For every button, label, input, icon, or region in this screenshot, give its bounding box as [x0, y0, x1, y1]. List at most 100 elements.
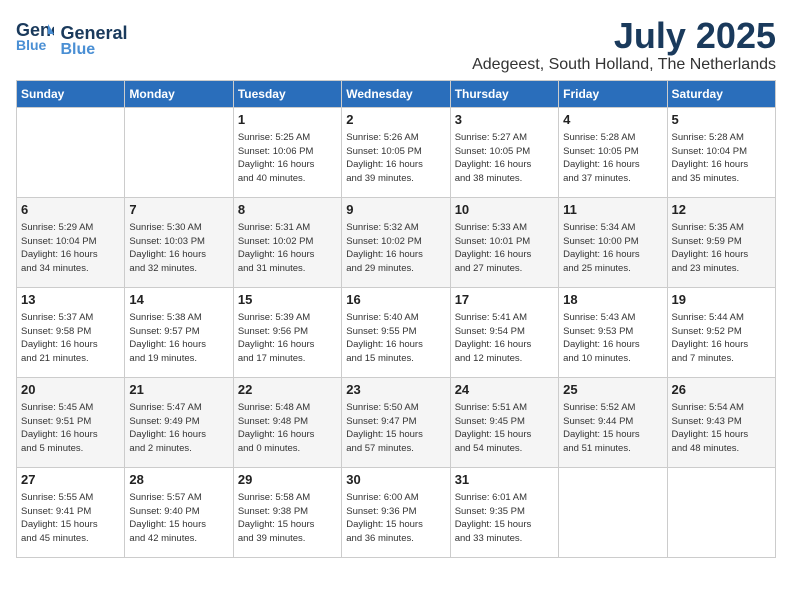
day-content: Sunrise: 5:28 AM Sunset: 10:04 PM Daylig…	[672, 131, 771, 186]
day-content: Sunrise: 5:26 AM Sunset: 10:05 PM Daylig…	[346, 131, 445, 186]
calendar-day-2: 2 Sunrise: 5:26 AM Sunset: 10:05 PM Dayli…	[342, 107, 450, 197]
day-content: Sunrise: 5:54 AM Sunset: 9:43 PM Dayligh…	[672, 401, 771, 456]
logo-container: General Blue General Blue	[16, 16, 128, 59]
calendar-day-28: 28 Sunrise: 5:57 AM Sunset: 9:40 PM Dayli…	[125, 467, 233, 557]
day-content: Sunrise: 5:40 AM Sunset: 9:55 PM Dayligh…	[346, 311, 445, 366]
day-content: Sunrise: 5:32 AM Sunset: 10:02 PM Daylig…	[346, 221, 445, 276]
day-number: 19	[672, 291, 771, 309]
day-number: 14	[129, 291, 228, 309]
day-content: Sunrise: 5:30 AM Sunset: 10:03 PM Daylig…	[129, 221, 228, 276]
calendar-week-row: 1 Sunrise: 5:25 AM Sunset: 10:06 PM Dayli…	[17, 107, 776, 197]
day-number: 29	[238, 471, 337, 489]
calendar-day-8: 8Sunrise: 5:31 AM Sunset: 10:02 PM Dayli…	[233, 197, 341, 287]
calendar-day-29: 29 Sunrise: 5:58 AM Sunset: 9:38 PM Dayli…	[233, 467, 341, 557]
calendar-day-17: 17 Sunrise: 5:41 AM Sunset: 9:54 PM Dayli…	[450, 287, 558, 377]
day-content: Sunrise: 5:57 AM Sunset: 9:40 PM Dayligh…	[129, 491, 228, 546]
calendar-day-11: 11Sunrise: 5:34 AM Sunset: 10:00 PM Dayl…	[559, 197, 667, 287]
day-number: 21	[129, 381, 228, 399]
calendar-day-25: 25Sunrise: 5:52 AM Sunset: 9:44 PM Dayli…	[559, 377, 667, 467]
day-content: Sunrise: 5:38 AM Sunset: 9:57 PM Dayligh…	[129, 311, 228, 366]
calendar-day-5: 5Sunrise: 5:28 AM Sunset: 10:04 PM Dayli…	[667, 107, 775, 197]
calendar-week-row: 27 Sunrise: 5:55 AM Sunset: 9:41 PM Dayli…	[17, 467, 776, 557]
day-content: Sunrise: 5:44 AM Sunset: 9:52 PM Dayligh…	[672, 311, 771, 366]
title-block: July 2025 Adegeest, South Holland, The N…	[472, 16, 776, 74]
day-number: 22	[238, 381, 337, 399]
day-header-thursday: Thursday	[450, 80, 558, 107]
page-header: General Blue General Blue July 2025 Adeg…	[16, 16, 776, 74]
day-header-friday: Friday	[559, 80, 667, 107]
day-content: Sunrise: 5:47 AM Sunset: 9:49 PM Dayligh…	[129, 401, 228, 456]
calendar-day-16: 16 Sunrise: 5:40 AM Sunset: 9:55 PM Dayli…	[342, 287, 450, 377]
logo-blue: Blue	[60, 42, 127, 58]
calendar-day-13: 13 Sunrise: 5:37 AM Sunset: 9:58 PM Dayli…	[17, 287, 125, 377]
day-content: Sunrise: 5:43 AM Sunset: 9:53 PM Dayligh…	[563, 311, 662, 366]
calendar-day-21: 21 Sunrise: 5:47 AM Sunset: 9:49 PM Dayli…	[125, 377, 233, 467]
day-content: Sunrise: 5:33 AM Sunset: 10:01 PM Daylig…	[455, 221, 554, 276]
calendar-day-19: 19 Sunrise: 5:44 AM Sunset: 9:52 PM Dayli…	[667, 287, 775, 377]
calendar-day-9: 9Sunrise: 5:32 AM Sunset: 10:02 PM Dayli…	[342, 197, 450, 287]
day-header-wednesday: Wednesday	[342, 80, 450, 107]
svg-text:Blue: Blue	[16, 37, 47, 53]
day-number: 1	[238, 111, 337, 129]
calendar-header-row: SundayMondayTuesdayWednesdayThursdayFrid…	[17, 80, 776, 107]
day-number: 8	[238, 201, 337, 219]
calendar-day-31: 31 Sunrise: 6:01 AM Sunset: 9:35 PM Dayli…	[450, 467, 558, 557]
calendar-day-10: 10 Sunrise: 5:33 AM Sunset: 10:01 PM Dayl…	[450, 197, 558, 287]
month-title: July 2025	[472, 16, 776, 56]
calendar-week-row: 13 Sunrise: 5:37 AM Sunset: 9:58 PM Dayli…	[17, 287, 776, 377]
calendar-day-24: 24Sunrise: 5:51 AM Sunset: 9:45 PM Dayli…	[450, 377, 558, 467]
calendar-week-row: 6 Sunrise: 5:29 AM Sunset: 10:04 PM Dayli…	[17, 197, 776, 287]
day-content: Sunrise: 5:29 AM Sunset: 10:04 PM Daylig…	[21, 221, 120, 276]
calendar-day-4: 4 Sunrise: 5:28 AM Sunset: 10:05 PM Dayli…	[559, 107, 667, 197]
day-number: 26	[672, 381, 771, 399]
day-number: 28	[129, 471, 228, 489]
day-number: 3	[455, 111, 554, 129]
logo-general: General	[60, 23, 127, 43]
calendar-day-1: 1 Sunrise: 5:25 AM Sunset: 10:06 PM Dayli…	[233, 107, 341, 197]
day-header-monday: Monday	[125, 80, 233, 107]
calendar-day-3: 3Sunrise: 5:27 AM Sunset: 10:05 PM Dayli…	[450, 107, 558, 197]
calendar-week-row: 20Sunrise: 5:45 AM Sunset: 9:51 PM Dayli…	[17, 377, 776, 467]
day-number: 2	[346, 111, 445, 129]
day-number: 10	[455, 201, 554, 219]
calendar-day-15: 15Sunrise: 5:39 AM Sunset: 9:56 PM Dayli…	[233, 287, 341, 377]
day-content: Sunrise: 5:48 AM Sunset: 9:48 PM Dayligh…	[238, 401, 337, 456]
day-content: Sunrise: 5:52 AM Sunset: 9:44 PM Dayligh…	[563, 401, 662, 456]
calendar-day-27: 27 Sunrise: 5:55 AM Sunset: 9:41 PM Dayli…	[17, 467, 125, 557]
day-content: Sunrise: 5:41 AM Sunset: 9:54 PM Dayligh…	[455, 311, 554, 366]
day-number: 4	[563, 111, 662, 129]
calendar-empty-cell	[125, 107, 233, 197]
calendar-day-14: 14 Sunrise: 5:38 AM Sunset: 9:57 PM Dayli…	[125, 287, 233, 377]
day-content: Sunrise: 5:55 AM Sunset: 9:41 PM Dayligh…	[21, 491, 120, 546]
day-content: Sunrise: 5:37 AM Sunset: 9:58 PM Dayligh…	[21, 311, 120, 366]
day-number: 30	[346, 471, 445, 489]
day-content: Sunrise: 5:58 AM Sunset: 9:38 PM Dayligh…	[238, 491, 337, 546]
calendar-day-18: 18 Sunrise: 5:43 AM Sunset: 9:53 PM Dayli…	[559, 287, 667, 377]
day-number: 23	[346, 381, 445, 399]
day-content: Sunrise: 5:25 AM Sunset: 10:06 PM Daylig…	[238, 131, 337, 186]
day-number: 17	[455, 291, 554, 309]
day-number: 13	[21, 291, 120, 309]
day-number: 16	[346, 291, 445, 309]
calendar-table: SundayMondayTuesdayWednesdayThursdayFrid…	[16, 80, 776, 558]
day-number: 18	[563, 291, 662, 309]
location-title: Adegeest, South Holland, The Netherlands	[472, 56, 776, 74]
calendar-day-23: 23Sunrise: 5:50 AM Sunset: 9:47 PM Dayli…	[342, 377, 450, 467]
day-content: Sunrise: 5:34 AM Sunset: 10:00 PM Daylig…	[563, 221, 662, 276]
day-content: Sunrise: 5:39 AM Sunset: 9:56 PM Dayligh…	[238, 311, 337, 366]
day-number: 6	[21, 201, 120, 219]
day-header-sunday: Sunday	[17, 80, 125, 107]
day-content: Sunrise: 5:28 AM Sunset: 10:05 PM Daylig…	[563, 131, 662, 186]
calendar-day-26: 26 Sunrise: 5:54 AM Sunset: 9:43 PM Dayli…	[667, 377, 775, 467]
day-content: Sunrise: 5:35 AM Sunset: 9:59 PM Dayligh…	[672, 221, 771, 276]
day-number: 7	[129, 201, 228, 219]
calendar-empty-cell	[559, 467, 667, 557]
calendar-day-22: 22 Sunrise: 5:48 AM Sunset: 9:48 PM Dayli…	[233, 377, 341, 467]
day-number: 27	[21, 471, 120, 489]
calendar-empty-cell	[667, 467, 775, 557]
day-number: 31	[455, 471, 554, 489]
day-content: Sunrise: 5:45 AM Sunset: 9:51 PM Dayligh…	[21, 401, 120, 456]
day-header-saturday: Saturday	[667, 80, 775, 107]
day-content: Sunrise: 6:01 AM Sunset: 9:35 PM Dayligh…	[455, 491, 554, 546]
logo: General Blue General Blue	[16, 16, 128, 59]
